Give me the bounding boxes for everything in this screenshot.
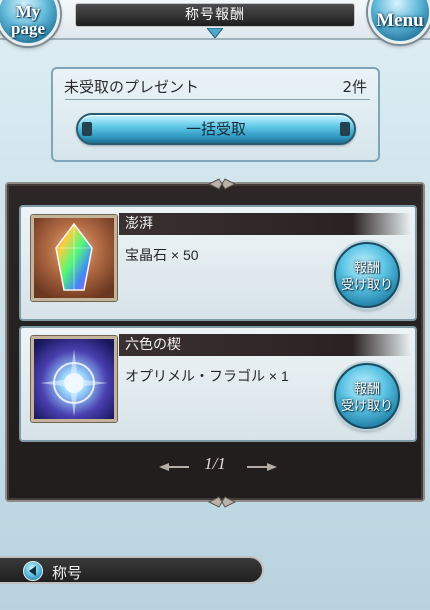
title-ornament-icon [207,28,223,38]
prism-burst-icon [31,336,117,422]
page-indicator: 1/1 [204,454,226,473]
reward-title: 六色の楔 [119,334,411,356]
back-arrow-icon[interactable] [23,561,43,581]
menu-label: Menu [376,10,424,31]
reward-list-panel: 澎湃 宝晶石 × 50 報酬 受け取り 六色の楔 オプリメル・フラゴル × 1 … [5,178,425,508]
reward-item: 六色の楔 オプリメル・フラゴル × 1 報酬 受け取り [19,326,417,442]
reward-title: 澎湃 [119,213,411,235]
ornament-icon [207,178,237,190]
bulk-receive-button[interactable]: 一括受取 [76,113,356,145]
present-box: 未受取のプレゼント 2件 一括受取 [51,67,380,162]
prism-image [40,349,108,417]
crystal-image [55,222,93,291]
top-header: My page 称号報酬 Menu [0,0,430,46]
reward-description: 宝晶石 × 50 [125,247,199,263]
receive-button-line2: 受け取り [340,399,393,414]
button-cap-icon [82,122,92,136]
ornament-icon [207,496,237,508]
unclaimed-present-label: 未受取のプレゼント [64,78,200,96]
back-label: 称号 [52,564,83,582]
bulk-receive-label: 一括受取 [185,120,246,138]
receive-button-line2: 受け取り [340,278,393,293]
rainbow-crystal-icon [31,215,117,301]
back-nav-bar[interactable]: 称号 [0,556,264,584]
page-next-ornament-icon [247,463,277,471]
page-title: 称号報酬 [75,3,355,27]
receive-reward-button[interactable]: 報酬 受け取り [334,242,400,308]
reward-description: オプリメル・フラゴル × 1 [125,368,289,384]
receive-button-line1: 報酬 [353,261,380,276]
divider [65,99,370,100]
receive-reward-button[interactable]: 報酬 受け取り [334,363,400,429]
receive-button-line1: 報酬 [353,382,380,397]
menu-button[interactable]: Menu [368,0,430,44]
button-cap-icon [340,122,350,136]
mypage-button[interactable]: My page [0,0,60,46]
unclaimed-present-count: 2件 [342,78,367,96]
mypage-label-line2: page [11,19,45,38]
reward-item: 澎湃 宝晶石 × 50 報酬 受け取り [19,205,417,321]
